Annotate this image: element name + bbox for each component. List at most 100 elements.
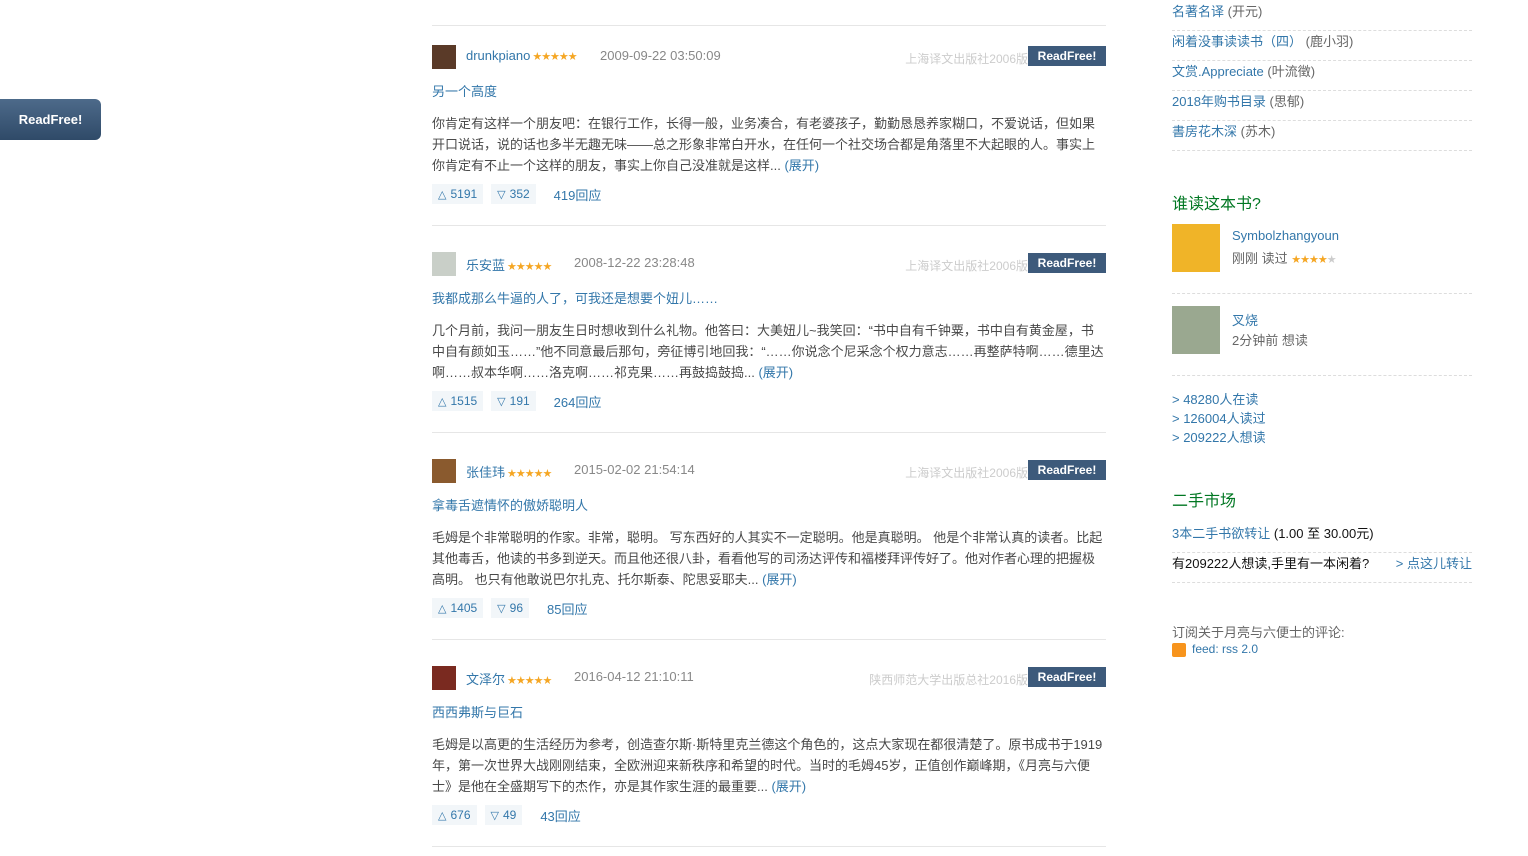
thumb-down-icon: ▽ <box>497 188 506 201</box>
market-prompt: 有209222人想读,手里有一本闲着? <box>1172 556 1370 571</box>
replies-link[interactable]: 43回应 <box>540 806 580 825</box>
review-excerpt: 你肯定有这样一个朋友吧：在银行工作，长得一般，业务凑合，有老婆孩子，勤勤恳恳养家… <box>432 116 1096 173</box>
publisher-edition: 上海译文出版社2006版 <box>905 259 1028 273</box>
reader-name[interactable]: Symbolzhangyoun <box>1232 228 1339 243</box>
rss-feed-link[interactable]: feed: rss 2.0 <box>1192 642 1258 656</box>
sell-link[interactable]: > 点这儿转让 <box>1396 552 1472 576</box>
upvote-button[interactable]: △ 1515 <box>432 391 484 411</box>
divider <box>432 225 1106 226</box>
expand-link[interactable]: (展开) <box>771 779 806 794</box>
reader-item: 叉烧 2分钟前 想读 <box>1172 306 1472 366</box>
market-link[interactable]: 3本二手书欲转让 <box>1172 526 1270 541</box>
reader-avatar[interactable] <box>1172 306 1220 354</box>
reader-name[interactable]: 叉烧 <box>1232 310 1258 329</box>
reading-count-link[interactable]: > 48280人在读 <box>1172 389 1258 408</box>
review-time: 2015-02-02 21:54:14 <box>574 462 695 477</box>
doulist-item: 名著名译 (开元) <box>1172 0 1472 31</box>
market-section-title: 二手市场 <box>1172 493 1237 510</box>
expand-link[interactable]: (展开) <box>784 158 819 173</box>
doulist-author: (叶流徵) <box>1267 64 1316 79</box>
review-username[interactable]: 张佳玮 ★★★★★ <box>466 462 552 481</box>
replies-link[interactable]: 264回应 <box>554 392 602 411</box>
review-title[interactable]: 我都成那么牛逼的人了，可我还是想要个妞儿…… <box>432 288 718 307</box>
rating-stars: ★★★★★ <box>1291 254 1336 266</box>
rating-stars: ★★★★★ <box>507 675 552 687</box>
rating-stars: ★★★★★ <box>507 468 552 480</box>
downvote-button[interactable]: ▽ 352 <box>491 184 536 204</box>
rss-icon <box>1172 643 1186 657</box>
review-title[interactable]: 另一个高度 <box>432 81 497 100</box>
review-item: 张佳玮 ★★★★★ 2015-02-02 21:54:14 上海译文出版社2006… <box>432 459 1106 640</box>
review-time: 2008-12-22 23:28:48 <box>574 255 695 270</box>
readfree-button[interactable]: ReadFree! <box>1028 460 1106 480</box>
readfree-button[interactable]: ReadFree! <box>1028 667 1106 687</box>
market-offer: 3本二手书欲转让 (1.00 至 30.00元) <box>1172 522 1472 553</box>
readfree-button[interactable]: ReadFree! <box>1028 46 1106 66</box>
divider <box>1172 293 1472 294</box>
downvote-button[interactable]: ▽ 191 <box>491 391 536 411</box>
readers-section-title: 谁读这本书? <box>1172 196 1261 213</box>
readfree-float-button[interactable]: ReadFree! <box>0 99 101 140</box>
reader-avatar[interactable] <box>1172 224 1220 272</box>
reader-status: 刚刚 读过 ★★★★★ <box>1232 251 1337 266</box>
review-excerpt: 毛姆是个非常聪明的作家。非常，聪明。 写东西好的人其实不一定聪明。他是真聪明。 … <box>432 530 1103 587</box>
doulist-item: 2018年购书目录 (思郁) <box>1172 90 1472 121</box>
reader-item: Symbolzhangyoun 刚刚 读过 ★★★★★ <box>1172 224 1472 284</box>
review-item: drunkpiano ★★★★★ 2009-09-22 03:50:09 上海译文… <box>432 45 1106 226</box>
replies-link[interactable]: 85回应 <box>547 599 587 618</box>
feed-label: 订阅关于月亮与六便士的评论: <box>1172 625 1345 640</box>
doulist-author: (苏木) <box>1240 124 1276 139</box>
rating-stars: ★★★★★ <box>507 261 552 273</box>
review-username[interactable]: 文泽尔 ★★★★★ <box>466 669 552 688</box>
divider <box>432 25 1106 26</box>
avatar[interactable] <box>432 45 456 69</box>
reader-status: 2分钟前 想读 <box>1232 333 1308 348</box>
readfree-button[interactable]: ReadFree! <box>1028 253 1106 273</box>
avatar[interactable] <box>432 252 456 276</box>
divider <box>432 432 1106 433</box>
downvote-button[interactable]: ▽ 49 <box>484 805 523 825</box>
review-time: 2009-09-22 03:50:09 <box>600 48 721 63</box>
thumb-up-icon: △ <box>438 395 447 408</box>
expand-link[interactable]: (展开) <box>762 572 797 587</box>
doulist-link[interactable]: 2018年购书目录 <box>1172 94 1266 109</box>
divider <box>432 639 1106 640</box>
upvote-button[interactable]: △ 5191 <box>432 184 484 204</box>
avatar[interactable] <box>432 666 456 690</box>
read-count-link[interactable]: > 126004人读过 <box>1172 408 1266 427</box>
doulist-link[interactable]: 名著名译 <box>1172 4 1224 19</box>
market-sell-row: 有209222人想读,手里有一本闲着? > 点这儿转让 <box>1172 552 1472 583</box>
replies-link[interactable]: 419回应 <box>554 185 602 204</box>
doulist-item: 文赏.Appreciate (叶流徵) <box>1172 60 1472 91</box>
rating-stars: ★★★★★ <box>532 51 577 63</box>
expand-link[interactable]: (展开) <box>758 365 793 380</box>
downvote-button[interactable]: ▽ 96 <box>491 598 529 618</box>
market-price: (1.00 至 30.00元) <box>1273 526 1374 541</box>
thumb-down-icon: ▽ <box>497 602 506 615</box>
review-excerpt: 几个月前，我问一朋友生日时想收到什么礼物。他答曰：大美妞儿~我笑回：“书中自有千… <box>432 323 1104 380</box>
review-title[interactable]: 拿毒舌遮情怀的傲娇聪明人 <box>432 495 588 514</box>
review-item: 文泽尔 ★★★★★ 2016-04-12 21:10:11 陕西师范大学出版总社2… <box>432 666 1106 847</box>
divider <box>1172 375 1472 376</box>
review-item: 乐安蓝 ★★★★★ 2008-12-22 23:28:48 上海译文出版社2006… <box>432 252 1106 433</box>
doulist-author: (开元) <box>1227 4 1263 19</box>
doulist-item: 闲着没事读读书（四） (鹿小羽) <box>1172 30 1472 61</box>
doulist-link[interactable]: 書房花木深 <box>1172 124 1237 139</box>
thumb-up-icon: △ <box>438 188 447 201</box>
review-username[interactable]: drunkpiano ★★★★★ <box>466 48 578 63</box>
thumb-down-icon: ▽ <box>490 809 499 822</box>
review-username[interactable]: 乐安蓝 ★★★★★ <box>466 255 552 274</box>
wish-count-link[interactable]: > 209222人想读 <box>1172 427 1266 446</box>
publisher-edition: 陕西师范大学出版总社2016版 <box>869 673 1028 687</box>
thumb-up-icon: △ <box>438 602 447 615</box>
review-title[interactable]: 西西弗斯与巨石 <box>432 702 523 721</box>
upvote-button[interactable]: △ 676 <box>432 805 477 825</box>
thumb-down-icon: ▽ <box>497 395 506 408</box>
review-excerpt: 毛姆是以高更的生活经历为参考，创造查尔斯·斯特里克兰德这个角色的，这点大家现在都… <box>432 737 1103 794</box>
review-time: 2016-04-12 21:10:11 <box>574 669 694 684</box>
doulist-link[interactable]: 文赏.Appreciate <box>1172 64 1264 79</box>
doulist-link[interactable]: 闲着没事读读书（四） <box>1172 34 1302 49</box>
doulist-author: (鹿小羽) <box>1305 34 1354 49</box>
upvote-button[interactable]: △ 1405 <box>432 598 484 618</box>
avatar[interactable] <box>432 459 456 483</box>
